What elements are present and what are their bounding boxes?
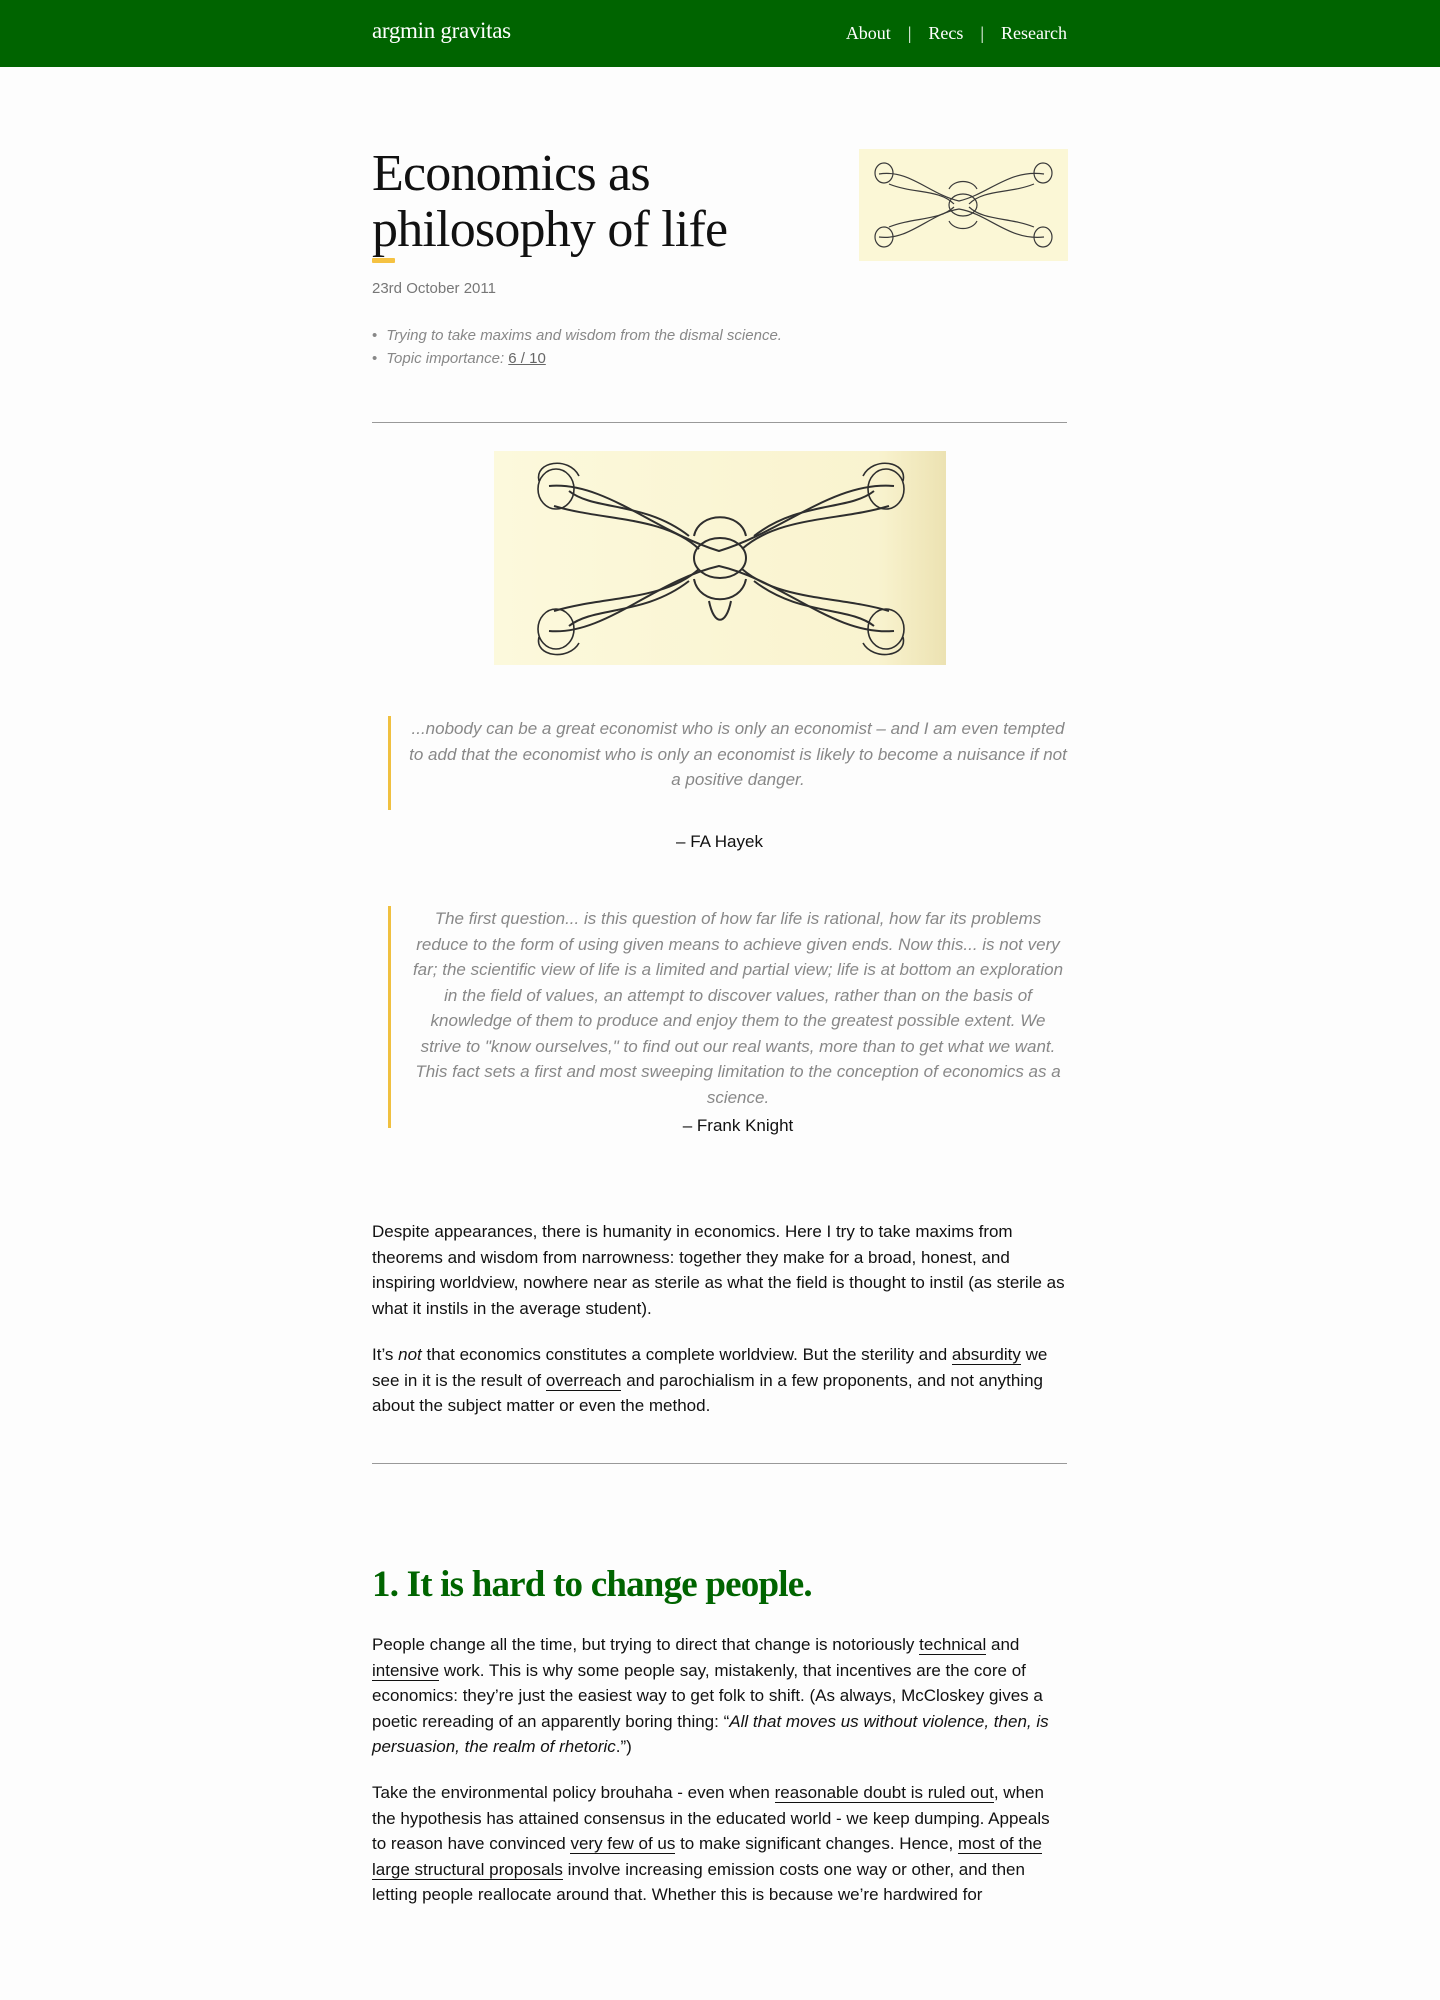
reasonable-doubt-link[interactable]: reasonable doubt is ruled out	[774, 1783, 994, 1803]
post-date: 23rd October 2011	[372, 280, 496, 297]
topic-importance: Topic importance: 6 / 10	[372, 347, 782, 370]
hero-illustration	[494, 451, 946, 665]
blockquote-hayek: ...nobody can be a great economist who i…	[388, 716, 1067, 810]
divider	[372, 422, 1067, 423]
intro-paragraph-1: Despite appearances, there is humanity i…	[372, 1222, 1065, 1318]
post-summary: Trying to take maxims and wisdom from th…	[372, 324, 782, 347]
divider	[372, 1463, 1067, 1464]
absurdity-link[interactable]: absurdity	[951, 1345, 1021, 1365]
importance-link[interactable]: 6 / 10	[508, 350, 546, 367]
intro-paragraph-2: It’s not that economics constitutes a co…	[372, 1345, 1048, 1415]
quote-attribution: – FA Hayek	[676, 832, 763, 851]
intensive-link[interactable]: intensive	[372, 1660, 440, 1681]
nav-separator: |	[907, 23, 912, 43]
quote-text: The first question... is this question o…	[412, 909, 1064, 1107]
quote-attribution: – Frank Knight	[682, 1116, 794, 1135]
site-header: argmin gravitas About | Recs | Research	[0, 0, 1440, 67]
title-accent-mark	[372, 258, 395, 263]
nav-recs-link[interactable]: Recs	[928, 23, 963, 44]
thumbnail-illustration	[859, 149, 1068, 261]
nav-separator: |	[980, 23, 985, 43]
blockquote-knight: The first question... is this question o…	[388, 906, 1067, 1135]
post-meta-list: Trying to take maxims and wisdom from th…	[372, 324, 782, 370]
nav-about-link[interactable]: About	[846, 23, 891, 44]
section1-paragraph-1: People change all the time, but trying t…	[372, 1635, 1049, 1756]
very-few-link[interactable]: very few of us	[570, 1834, 676, 1854]
main-nav: About | Recs | Research	[846, 23, 1067, 44]
importance-label: Topic importance	[386, 350, 500, 367]
post-title: Economics as philosophy of life	[372, 145, 728, 258]
quote-text: ...nobody can be a great economist who i…	[409, 719, 1067, 789]
section1-paragraph-2: Take the environmental policy brouhaha -…	[372, 1783, 1050, 1904]
section-heading: 1. It is hard to change people.	[372, 1564, 813, 1605]
technical-link[interactable]: technical	[919, 1635, 987, 1655]
overreach-link[interactable]: overreach	[545, 1370, 622, 1391]
nav-research-link[interactable]: Research	[1001, 23, 1067, 44]
site-title-link[interactable]: argmin gravitas	[372, 18, 511, 44]
